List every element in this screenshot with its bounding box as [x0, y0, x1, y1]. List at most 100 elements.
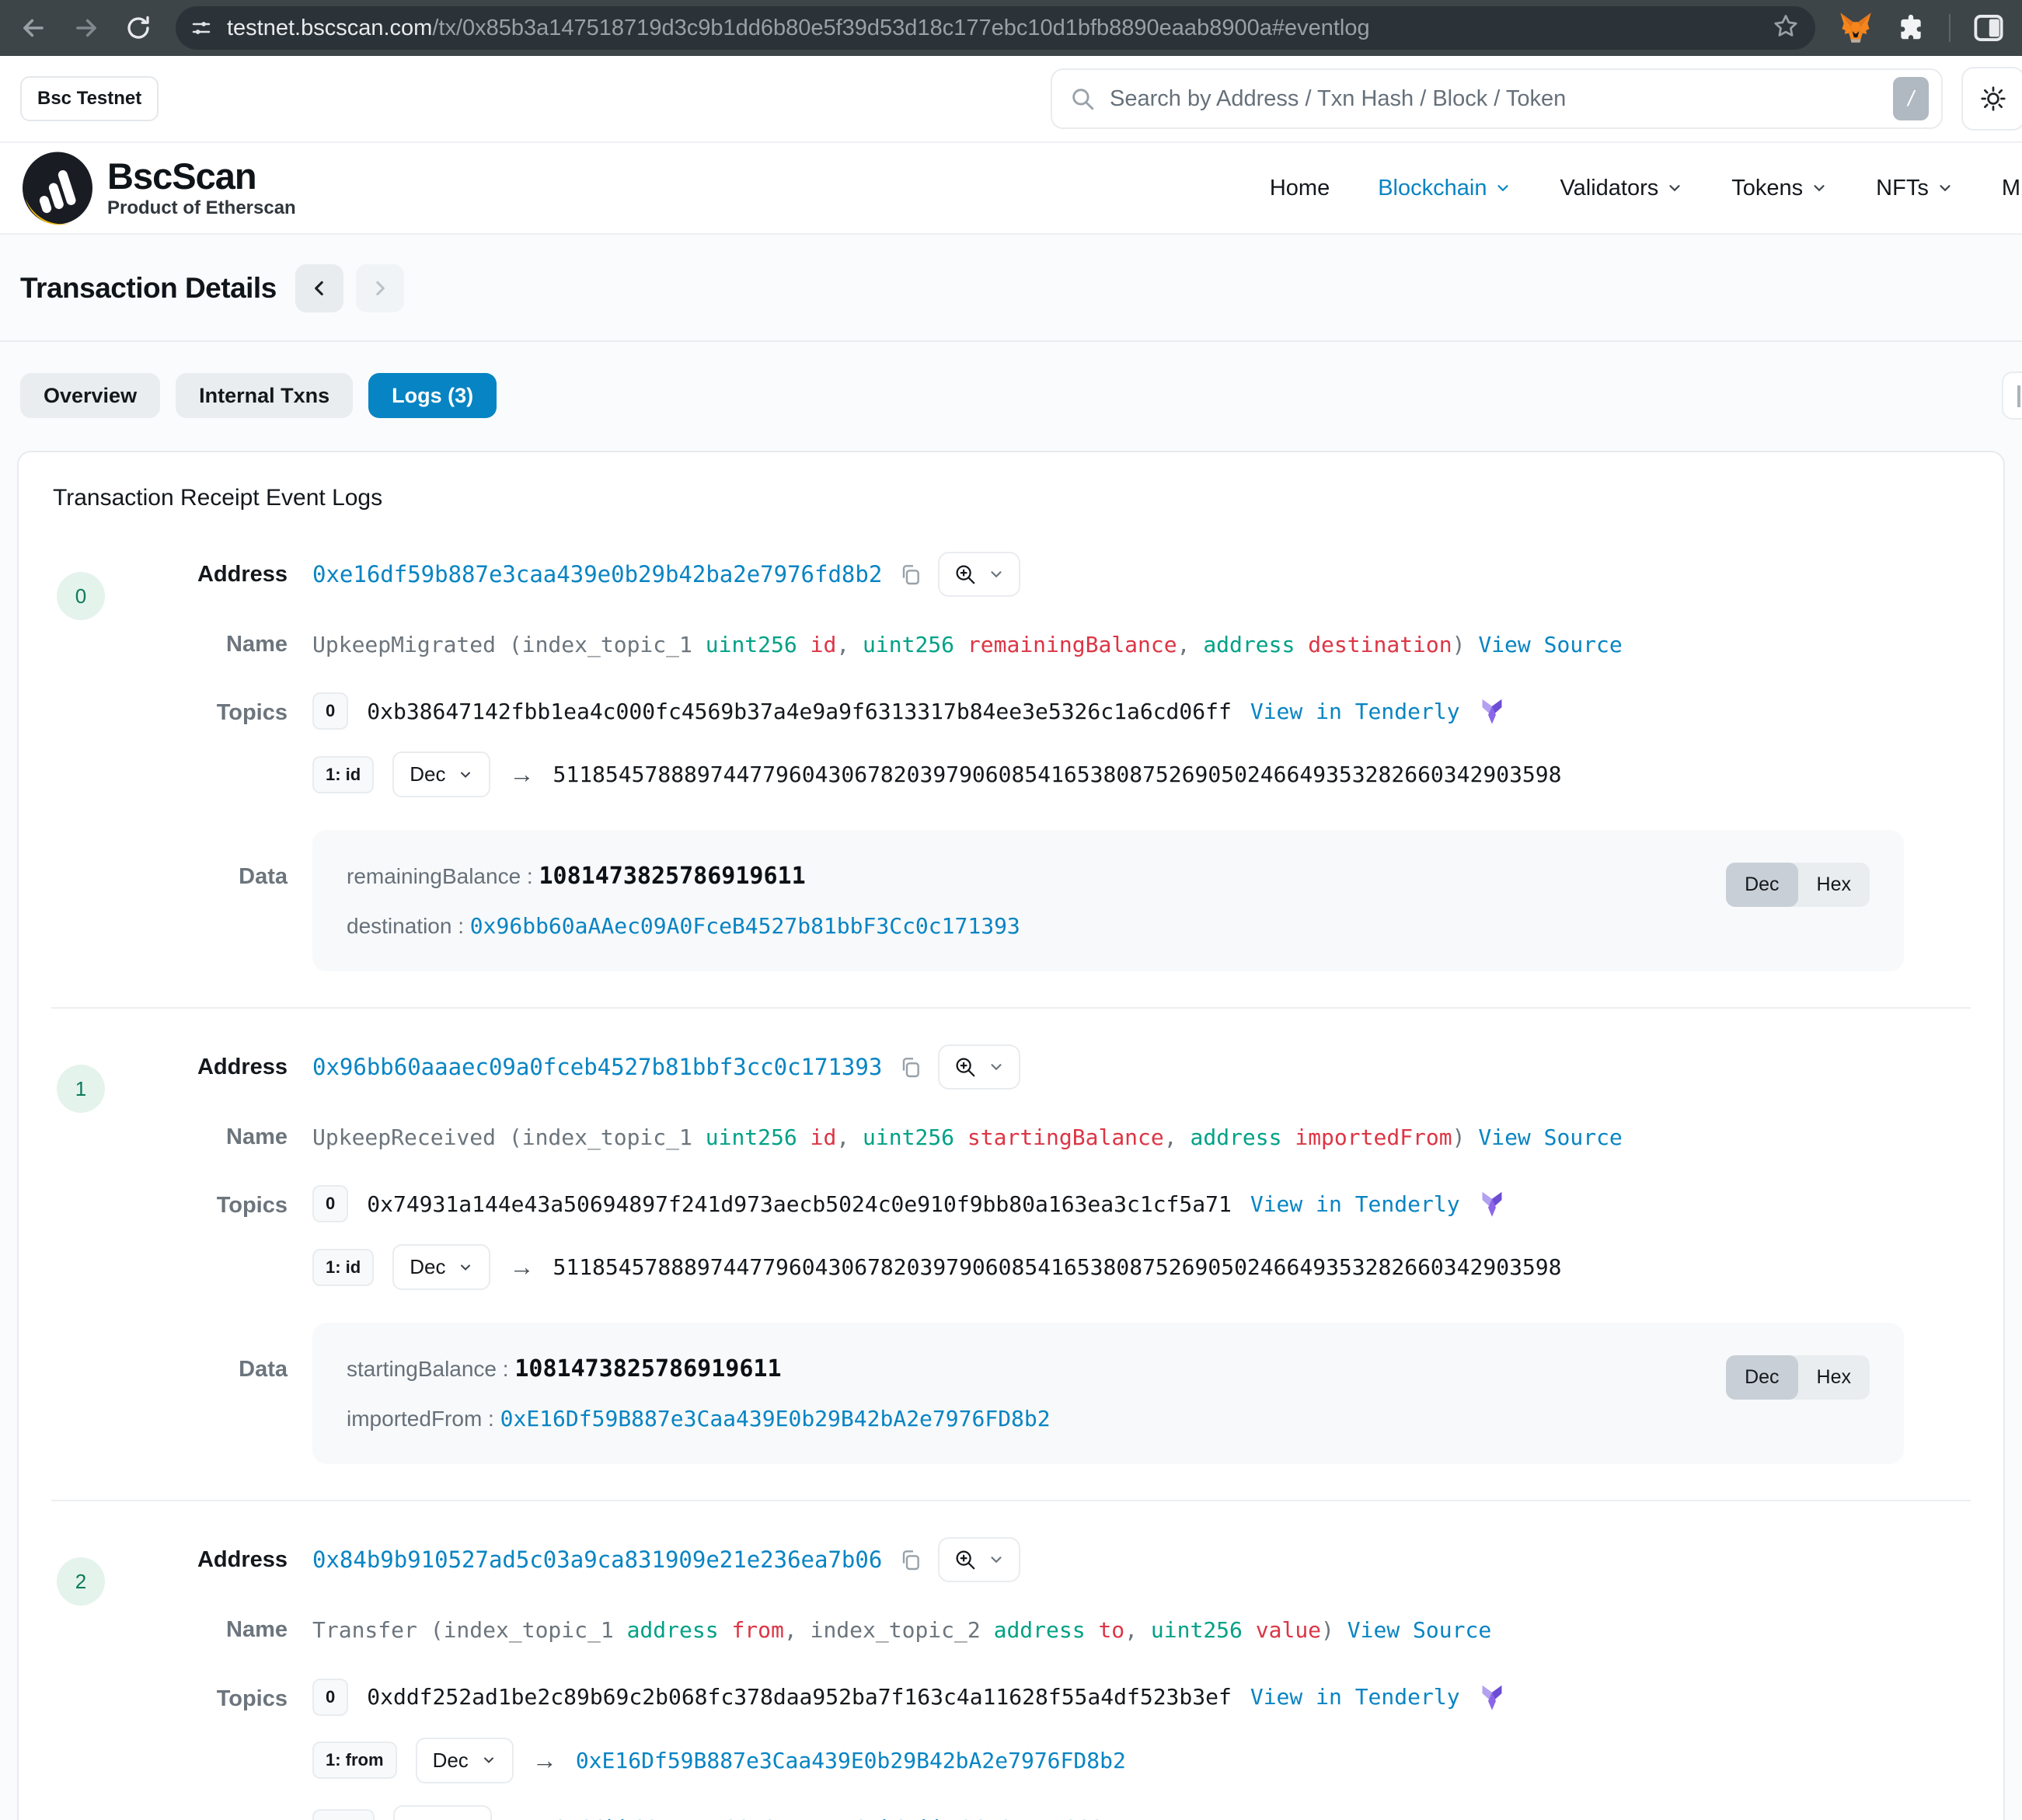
dec-toggle-button[interactable]: Dec — [1726, 1355, 1797, 1400]
hex-toggle-button[interactable]: Hex — [1798, 863, 1870, 907]
topic-hash: 0xb38647142fbb1ea4c000fc4569b37a4e9a9f63… — [367, 699, 1232, 724]
chevron-down-icon — [458, 1260, 473, 1275]
brand-name: BscScan — [107, 158, 296, 194]
topic-index-badge: 0 — [312, 1185, 348, 1222]
nav-home[interactable]: Home — [1270, 176, 1330, 201]
data-box: startingBalance : 1081473825786919611 im… — [312, 1323, 1904, 1464]
tab-options-button[interactable] — [2002, 371, 2022, 420]
view-source-link[interactable]: View Source — [1347, 1617, 1491, 1643]
site-topbar: Bsc Testnet / — [0, 56, 2022, 143]
event-logs-card: Transaction Receipt Event Logs 0 Address… — [17, 451, 2005, 1820]
copy-address-button[interactable] — [898, 1547, 922, 1572]
chevron-down-icon — [1937, 180, 1954, 197]
view-in-tenderly-link[interactable]: View in Tenderly — [1250, 1191, 1460, 1217]
chevron-down-icon — [1811, 180, 1828, 197]
topic-format-select[interactable]: Dec — [392, 1244, 490, 1290]
search-icon — [1069, 85, 1096, 112]
bscscan-logo[interactable]: BscScan Product of Etherscan — [20, 149, 296, 227]
zoom-in-icon — [953, 563, 977, 586]
topic-value-link[interactable]: 0xE16Df59B887e3Caa439E0b29B42bA2e7976FD8… — [576, 1748, 1126, 1773]
bscscan-logo-icon — [20, 149, 95, 227]
chevron-down-icon — [1494, 180, 1511, 197]
nav-tokens[interactable]: Tokens — [1731, 176, 1828, 201]
back-arrow-icon — [19, 13, 48, 43]
copy-address-button[interactable] — [898, 562, 922, 587]
network-badge[interactable]: Bsc Testnet — [20, 76, 159, 121]
view-in-tenderly-link[interactable]: View in Tenderly — [1250, 699, 1460, 724]
view-source-link[interactable]: View Source — [1478, 632, 1622, 657]
browser-forward-button[interactable] — [71, 13, 101, 43]
browser-back-button[interactable] — [19, 13, 48, 43]
view-in-tenderly-link[interactable]: View in Tenderly — [1250, 1684, 1460, 1710]
chevron-down-icon — [458, 767, 473, 783]
data-row: importedFrom : 0xE16Df59B887e3Caa439E0b2… — [347, 1406, 1695, 1431]
name-label: Name — [143, 632, 288, 657]
nav-nfts[interactable]: NFTs — [1876, 176, 1954, 201]
topic-row-0: 0 0xddf252ad1be2c89b69c2b068fc378daa952b… — [312, 1679, 1904, 1716]
theme-toggle-button[interactable] — [1961, 67, 2022, 131]
data-address-link[interactable]: 0xE16Df59B887e3Caa439E0b29B42bA2e7976FD8… — [500, 1406, 1051, 1431]
dec-hex-toggle: Dec Hex — [1726, 1355, 1870, 1400]
tenderly-icon[interactable] — [1479, 1190, 1505, 1218]
name-label: Name — [143, 1124, 288, 1150]
event-log-2: 2 Address 0x84b9b910527ad5c03a9ca831909e… — [19, 1537, 2003, 1820]
topic-format-select[interactable]: Dec — [392, 751, 490, 797]
next-transaction-button[interactable] — [356, 264, 404, 312]
side-panel-button[interactable] — [1974, 14, 2003, 42]
view-source-link[interactable]: View Source — [1478, 1124, 1622, 1150]
address-zoom-button[interactable] — [938, 552, 1020, 597]
event-signature: UpkeepReceived (index_topic_1 uint256 id… — [312, 1122, 1904, 1152]
log-address-link[interactable]: 0x84b9b910527ad5c03a9ca831909e21e236ea7b… — [312, 1546, 882, 1573]
card-title: Transaction Receipt Event Logs — [19, 485, 2003, 511]
event-log-1: 1 Address 0x96bb60aaaec09a0fceb4527b81bb… — [19, 1044, 2003, 1464]
tenderly-icon[interactable] — [1479, 697, 1505, 725]
topic-row-1: 1: id Dec → 5118545788897447796043067820… — [312, 1244, 1904, 1290]
topic-value-link[interactable]: 0x96bb60aAAec09A0FceB4527b81bbF3Cc0c1713… — [554, 1815, 1104, 1820]
bookmark-star-button[interactable] — [1772, 12, 1800, 44]
search-bar[interactable]: / — [1051, 68, 1943, 129]
dec-toggle-button[interactable]: Dec — [1726, 863, 1797, 907]
log-divider — [51, 1500, 1971, 1501]
arrow-right-icon: → — [532, 1746, 557, 1775]
log-index-badge: 2 — [57, 1557, 105, 1606]
log-address-link[interactable]: 0x96bb60aaaec09a0fceb4527b81bbf3cc0c1713… — [312, 1054, 882, 1080]
data-address-link[interactable]: 0x96bb60aAAec09A0FceB4527b81bbF3Cc0c1713… — [470, 913, 1020, 939]
nav-more[interactable]: M — [2002, 176, 2020, 201]
search-input[interactable] — [1110, 86, 1879, 112]
event-signature: Transfer (index_topic_1 address from, in… — [312, 1615, 1904, 1645]
extensions-button[interactable] — [1896, 13, 1926, 43]
topic-format-select[interactable]: Dec — [393, 1805, 491, 1820]
topic-hash: 0x74931a144e43a50694897f241d973aecb5024c… — [367, 1191, 1232, 1217]
tab-overview[interactable]: Overview — [20, 373, 160, 418]
log-address-link[interactable]: 0xe16df59b887e3caa439e0b29b42ba2e7976fd8… — [312, 561, 882, 587]
main-content: Transaction Details Overview Internal Tx… — [0, 235, 2022, 1820]
tenderly-icon[interactable] — [1479, 1683, 1505, 1711]
event-signature: UpkeepMigrated (index_topic_1 uint256 id… — [312, 629, 1904, 660]
brand-tagline: Product of Etherscan — [107, 197, 296, 219]
browser-reload-button[interactable] — [124, 14, 152, 42]
log-index-badge: 0 — [57, 572, 105, 620]
nav-validators[interactable]: Validators — [1560, 176, 1683, 201]
url-text[interactable]: testnet.bscscan.com/tx/0x85b3a147518719d… — [227, 16, 1370, 41]
tab-logs[interactable]: Logs (3) — [368, 373, 497, 418]
url-host[interactable]: testnet.bscscan.com — [227, 16, 432, 40]
hex-toggle-button[interactable]: Hex — [1798, 1355, 1870, 1400]
site-settings-icon[interactable] — [190, 16, 213, 40]
copy-icon — [898, 1547, 922, 1572]
previous-transaction-button[interactable] — [295, 264, 343, 312]
address-zoom-button[interactable] — [938, 1044, 1020, 1090]
nav-blockchain[interactable]: Blockchain — [1378, 176, 1511, 201]
topic-format-select[interactable]: Dec — [416, 1738, 514, 1783]
copy-address-button[interactable] — [898, 1055, 922, 1079]
name-label: Name — [143, 1617, 288, 1643]
address-zoom-button[interactable] — [938, 1537, 1020, 1582]
tab-internal-txns[interactable]: Internal Txns — [176, 373, 353, 418]
browser-toolbar: testnet.bscscan.com/tx/0x85b3a147518719d… — [0, 0, 2022, 56]
metamask-extension-button[interactable] — [1839, 12, 1873, 44]
chevron-down-icon — [988, 1058, 1005, 1076]
url-path[interactable]: /tx/0x85b3a147518719d3c9b1dd6b80e5f39d53… — [432, 16, 1369, 40]
topic-value: 5118545788897447796043067820397906085416… — [553, 762, 1561, 787]
address-bar[interactable]: testnet.bscscan.com/tx/0x85b3a147518719d… — [176, 6, 1815, 50]
topics-label: Topics — [143, 1679, 288, 1712]
address-label: Address — [143, 562, 288, 587]
